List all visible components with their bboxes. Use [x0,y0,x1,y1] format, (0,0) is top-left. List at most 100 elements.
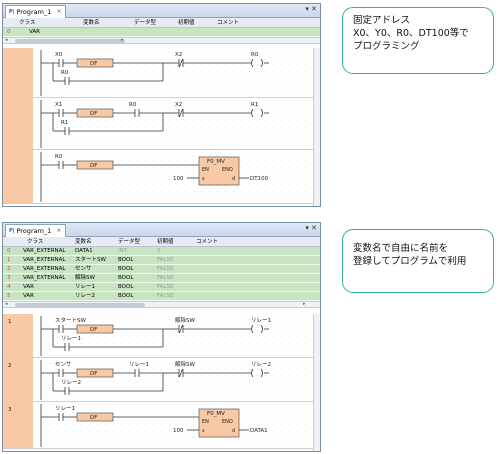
scroll-left-icon[interactable]: ◂ [5,301,8,307]
close-icon[interactable]: × [56,225,61,237]
row-cls: VAR_EXTERNAL [23,266,66,272]
fb-d: d [232,428,235,434]
scroll-left-icon[interactable]: ◂ [5,37,8,43]
df-label: DF [90,415,97,421]
callout-line: 変数名で自由に名前を [353,243,449,254]
callout-line: プログラミング [353,41,420,52]
df-label: DF [90,61,97,67]
window-controls[interactable]: ▾ ✕ [305,224,317,232]
fb-d: d [232,176,235,182]
table-row[interactable]: 1 VAR_EXTERNAL スタートSW BOOL FALSE [3,256,320,265]
table-row[interactable]: 2 VAR_EXTERNAL センサ BOOL FALSE [3,265,320,274]
ladder-editor[interactable]: 1 スタートSW DF 解除SW リレー1 リレー1 2 センサ DF リレー1 解除SW リレー2 リ… [3,314,320,451]
header-comment: コメント [196,239,219,245]
contact-label: リレー1 [55,406,75,412]
window-controls[interactable]: ▾ ✕ [305,5,317,13]
contact-label: 解除SW [175,360,195,368]
ladder-diagram[interactable]: 1 スタートSW DF 解除SW リレー1 リレー1 2 センサ DF リレー1 解除SW リレー2 リ… [3,314,314,451]
rung-number-cell [3,98,33,149]
table-row[interactable]: 5 VAR リレー2 BOOL FALSE [3,292,320,301]
coil-label: リレー2 [251,362,271,368]
row-cls: VAR_EXTERNAL [23,257,66,263]
fb-s: s [202,176,205,182]
contact-label: リレー2 [61,380,81,386]
row-name: スタートSW [75,257,106,263]
coil-label: R0 [251,52,259,58]
table-row[interactable]: 0 VAR [3,28,320,37]
callout-line: 登録してプログラムで利用 [353,256,467,267]
contact-label: R0 [61,70,69,76]
table-row[interactable]: 3 VAR_EXTERNAL 解除SW BOOL FALSE [3,274,320,283]
contact-label: X1 [55,102,62,108]
scroll-right-icon[interactable]: ▸ [303,301,306,307]
row-cls: VAR_EXTERNAL [23,248,66,254]
wire [179,58,183,68]
ladder-diagram[interactable]: X0 DF X2 R0 R0 X1 DF R0 X2 R1 R1 R0 DF F0_MV EN ENO s d 10… [3,48,314,206]
contact-label: スタートSW [55,316,86,324]
rung-number-cell [3,48,33,97]
grid-dots [49,407,306,444]
row-cls: VAR [23,293,34,299]
df-label: DF [90,111,97,117]
table-row[interactable]: 4 VAR リレー1 BOOL FALSE [3,283,320,292]
header-init: 初期値 [157,239,174,245]
rung-number: 2 [8,363,12,369]
row-no: 3 [7,275,11,281]
callout-variable-names: 変数名で自由に名前を 登録してプログラムで利用 [342,229,494,293]
header-type: データ型 [134,20,157,26]
tab-program-1[interactable]: P| Program_1 × [5,5,67,18]
row-init: FALSE [157,257,174,263]
contact-label: X2 [175,102,182,108]
table-header: クラス 変数名 データ型 初期値 コメント [3,18,320,28]
program-window-variables: P| Program_1 × ▾ ✕ クラス 変数名 データ型 初期値 コメント… [2,222,321,452]
row-cls: VAR [23,284,34,290]
tab-bar: P| Program_1 × ▾ ✕ [3,4,320,18]
row-class: VAR [29,29,40,35]
fb-s: s [202,428,205,434]
row-no: 0 [7,248,11,254]
vertical-scrollbar[interactable] [313,314,320,451]
header-class: クラス [27,239,44,245]
rung-number: 1 [8,319,12,325]
row-name: DATA1 [75,248,93,254]
contact-label: X0 [55,52,63,58]
row-init: FALSE [157,266,174,272]
row-name: リレー2 [75,293,95,299]
contact-label: R1 [61,120,68,126]
tab-label: Program_1 [16,8,52,16]
scroll-right-icon[interactable]: ▸ [121,37,124,43]
program-icon: P| [9,9,15,15]
df-label: DF [90,327,97,333]
close-icon[interactable]: × [56,6,61,18]
row-name: リレー1 [75,284,95,290]
ladder-editor[interactable]: X0 DF X2 R0 R0 X1 DF R0 X2 R1 R1 R0 DF F0_MV EN ENO s d 10… [3,48,320,206]
wire [179,108,183,118]
tab-program-1[interactable]: P| Program_1 × [5,224,67,237]
df-label: DF [90,163,97,169]
coil-right [260,368,263,378]
fb-eno: ENO [222,419,233,425]
horizontal-scrollbar[interactable]: ◂ ▸ [3,37,320,44]
table-row[interactable]: 0 VAR_EXTERNAL DATA1 INT 0 [3,247,320,256]
scroll-thumb[interactable] [15,39,125,43]
row-init: FALSE [157,284,174,290]
row-type: BOOL [118,293,134,299]
callout-line: X0、Y0、R0、DT100等で [353,28,469,39]
contact-label: R0 [55,154,63,160]
scroll-thumb[interactable] [15,303,145,307]
rung-number-cell [3,150,33,203]
contact-label: センサ [55,361,72,368]
row-type: INT [118,248,128,254]
callout-line: 固定アドレス [353,15,411,26]
row-init: 0 [157,248,161,254]
fb-input: 100 [173,428,184,434]
row-type: BOOL [118,284,134,290]
coil-label: R1 [251,102,258,108]
fb-output: DT100 [250,176,269,182]
horizontal-scrollbar[interactable]: ◂ ▸ [3,301,320,308]
row-init: FALSE [157,275,174,281]
vertical-scrollbar[interactable] [313,48,320,206]
fb-name: F0_MV [207,411,225,417]
contact-label: X2 [175,52,182,58]
fb-en: EN [202,167,209,173]
